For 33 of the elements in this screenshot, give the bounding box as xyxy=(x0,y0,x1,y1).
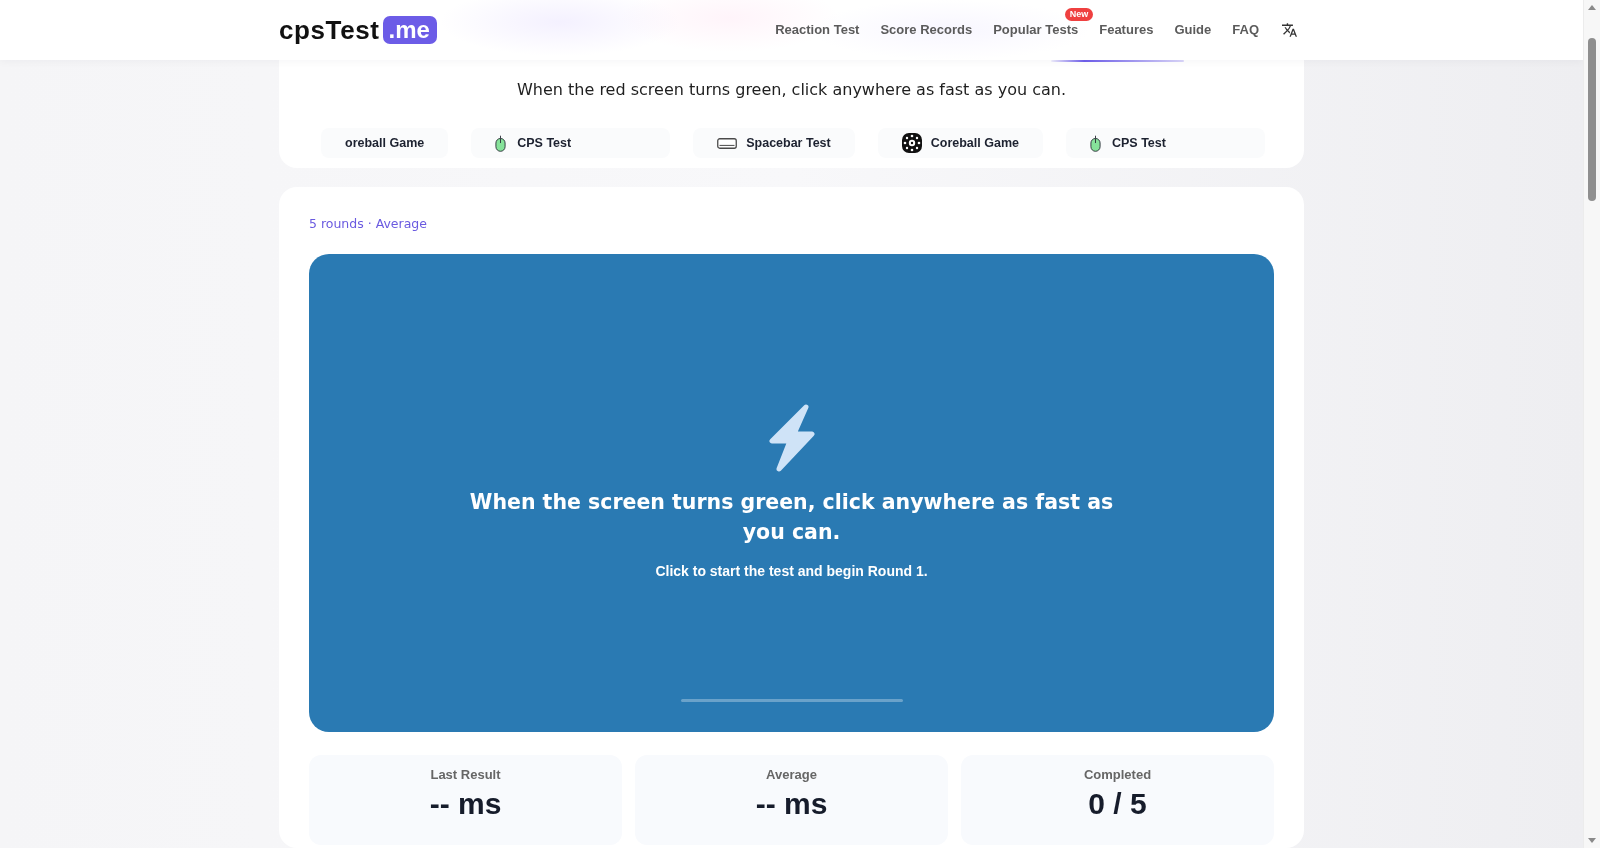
mouse-icon xyxy=(1089,134,1101,152)
test-link[interactable]: oreball Game xyxy=(321,128,449,158)
nav-link[interactable]: Reaction Test xyxy=(775,22,860,38)
logo-wordmark: cpsTest xyxy=(279,15,380,45)
nav-link[interactable]: Score Records xyxy=(880,22,973,38)
new-badge: New xyxy=(1064,8,1094,21)
test-link[interactable]: CPS Test xyxy=(1065,128,1265,158)
nav-link[interactable]: Guide xyxy=(1174,22,1212,38)
stat-value: -- ms xyxy=(429,787,502,821)
subtitle-text: When the red screen turns green, click anywhere as fast as you can. xyxy=(517,79,1066,101)
lightning-bolt-icon xyxy=(768,403,815,472)
keyboard-icon xyxy=(717,137,738,149)
test-link[interactable]: CPS Test xyxy=(471,128,671,158)
logo-domain-badge: .me xyxy=(382,16,437,44)
stat-value: 0 / 5 xyxy=(1088,787,1147,821)
stat-label: Last Result xyxy=(430,767,501,783)
coreball-icon xyxy=(901,133,922,153)
stat-label: Average xyxy=(766,767,817,783)
panel-hint: Click to start the test and begin Round 1. xyxy=(655,561,928,580)
reaction-test-panel[interactable]: When the screen turns green, click anywhere as fast as you can. Click to start the test and begin Round 1. xyxy=(309,254,1274,732)
nav-link[interactable]: FAQ xyxy=(1232,22,1259,38)
round-mode-label: 5 rounds · Average xyxy=(309,215,427,233)
scroll-up-icon[interactable] xyxy=(1588,5,1596,10)
test-link[interactable]: Spacebar Test xyxy=(693,128,855,158)
scroll-down-icon[interactable] xyxy=(1588,838,1596,843)
nav-link[interactable]: Features xyxy=(1099,22,1154,38)
scrollbar-thumb[interactable] xyxy=(1588,38,1596,201)
stat-value: -- ms xyxy=(755,787,828,821)
panel-heading: When the screen turns green, click anywhere as fast as you can. xyxy=(468,488,1115,546)
stat-label: Completed xyxy=(1083,767,1152,783)
test-link[interactable]: Coreball Game xyxy=(877,128,1043,158)
translate-icon[interactable] xyxy=(1282,23,1297,37)
mouse-icon xyxy=(495,134,507,152)
